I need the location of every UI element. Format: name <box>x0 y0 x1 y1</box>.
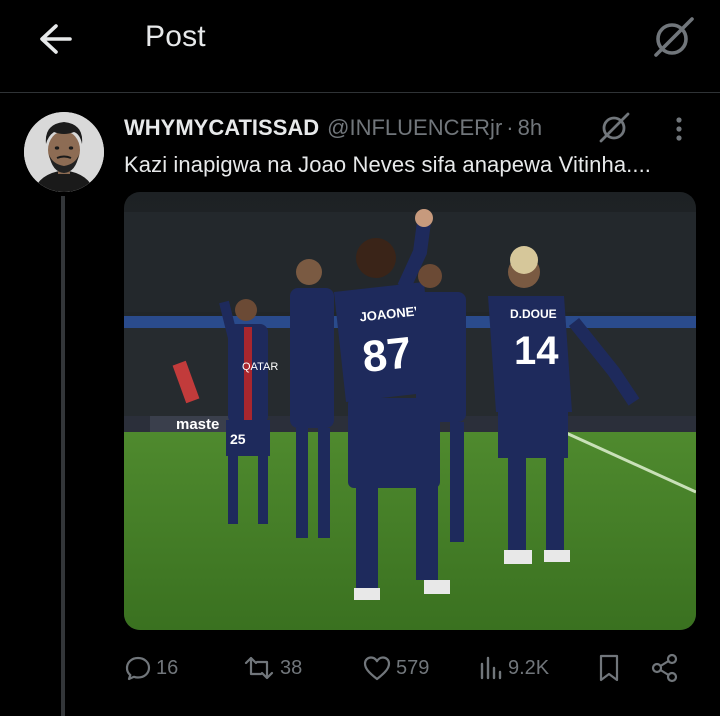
share-button[interactable] <box>650 648 684 688</box>
repost-icon <box>244 656 274 680</box>
bookmark-button[interactable] <box>596 648 626 688</box>
views-button[interactable]: 9.2K <box>478 648 549 688</box>
tweet-media-image[interactable]: maste QATAR 25 JOAONEVES 87 D.DOUE 14 <box>124 192 696 630</box>
analytics-bars-icon <box>480 656 502 680</box>
grok-slash-icon <box>599 112 630 143</box>
jersey-number: 87 <box>360 328 414 382</box>
display-name[interactable]: WHYMYCATISSAD <box>124 115 319 141</box>
svg-text:QATAR: QATAR <box>242 361 278 373</box>
football-celebration-photo: maste QATAR 25 JOAONEVES 87 D.DOUE 14 <box>124 192 696 630</box>
grok-button[interactable] <box>648 14 698 64</box>
back-button[interactable] <box>32 18 80 60</box>
profile-photo <box>24 112 104 192</box>
reply-count: 16 <box>156 656 179 679</box>
reply-icon <box>125 656 151 681</box>
view-count: 9.2K <box>508 656 550 679</box>
top-bar: Post <box>0 0 720 93</box>
share-nodes-icon <box>651 653 678 683</box>
bookmark-icon <box>599 654 619 682</box>
more-vertical-icon <box>676 117 682 141</box>
repost-button[interactable]: 38 <box>242 648 302 688</box>
jersey-name: D.DOUE <box>510 307 557 321</box>
grok-tweet-button[interactable] <box>596 110 632 146</box>
like-count: 579 <box>396 656 430 679</box>
tweet-meta: WHYMYCATISSAD @INFLUENCERjr · 8h <box>124 114 542 142</box>
jersey-number: 14 <box>514 329 559 373</box>
thread-line <box>61 196 65 716</box>
grok-slash-icon <box>654 17 694 57</box>
more-options-button[interactable] <box>667 114 691 144</box>
separator-dot: · <box>506 115 514 140</box>
jersey-number: 25 <box>230 431 246 447</box>
avatar[interactable] <box>24 112 104 192</box>
repost-count: 38 <box>280 656 303 679</box>
user-handle[interactable]: @INFLUENCERjr <box>327 115 502 141</box>
reply-button[interactable]: 16 <box>124 648 178 688</box>
tweet-text: Kazi inapigwa na Joao Neves sifa anapewa… <box>124 152 652 177</box>
board-text: maste <box>176 416 219 433</box>
arrow-left-icon <box>40 24 72 54</box>
timestamp[interactable]: 8h <box>518 115 542 141</box>
tweet-actions: 16 38 579 9.2K <box>124 648 696 688</box>
page-title: Post <box>145 20 206 53</box>
heart-icon <box>363 656 391 681</box>
like-button[interactable]: 579 <box>362 648 429 688</box>
